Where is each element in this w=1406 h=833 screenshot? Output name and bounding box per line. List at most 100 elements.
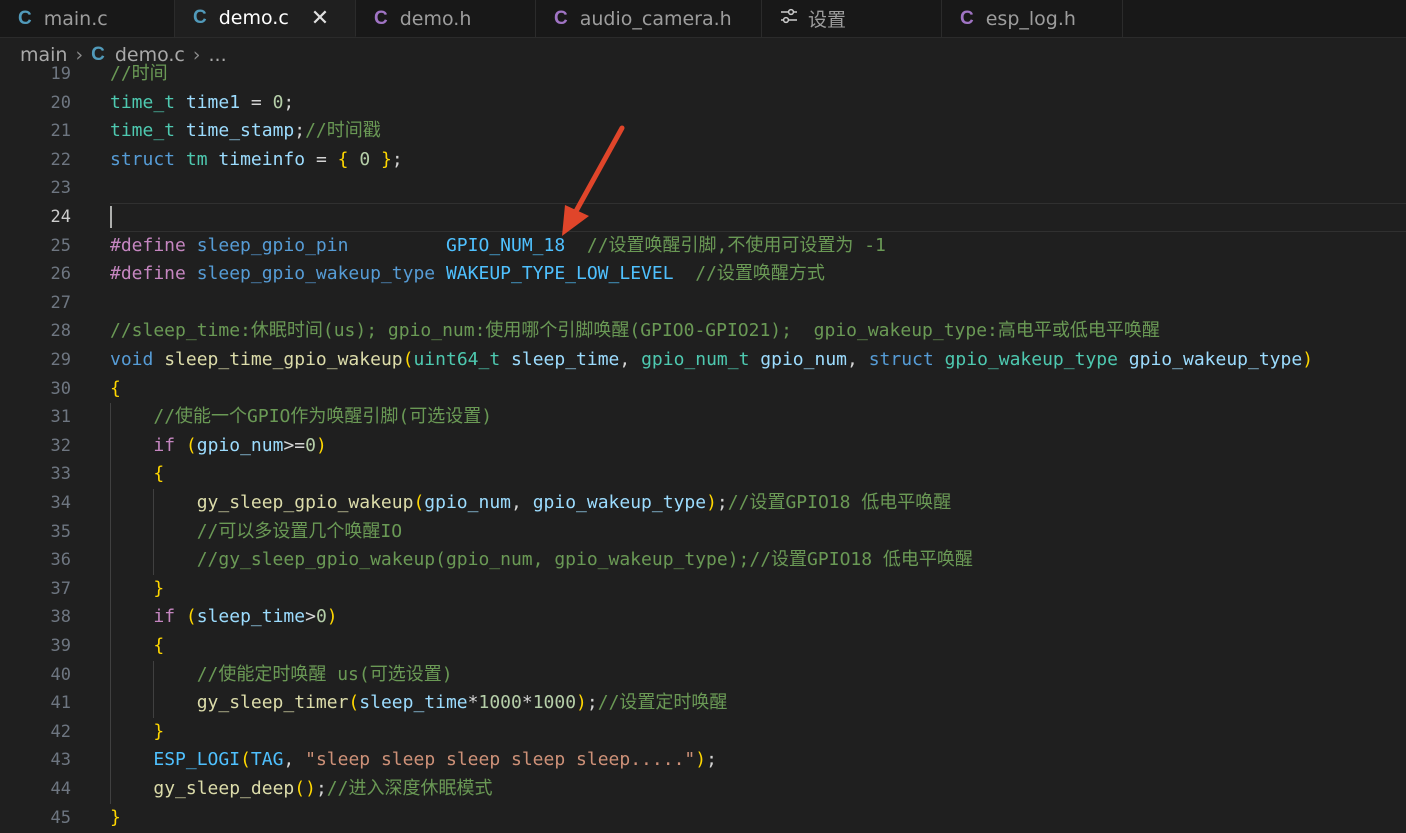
tab-label: 设置 <box>808 9 847 31</box>
line-number: 28 <box>50 321 71 342</box>
c-header-icon: C <box>374 7 388 29</box>
code-text: //sleep_time:休眠时间(us); gpio_num:使用哪个引脚唤醒… <box>110 320 1160 342</box>
indent-guide <box>153 489 155 575</box>
line-number: 34 <box>50 493 71 513</box>
code-line[interactable]: 33 { <box>0 460 1406 489</box>
line-number: 22 <box>50 149 71 170</box>
settings-sliders-icon <box>780 8 798 29</box>
code-text: //使能一个GPIO作为唤醒引脚(可选设置) <box>153 406 493 428</box>
code-line[interactable]: 26 #define sleep_gpio_wakeup_type WAKEUP_… <box>0 260 1406 289</box>
code-text: gy_sleep_deep();//进入深度休眠模式 <box>153 778 493 799</box>
code-line[interactable]: 29 void sleep_time_gpio_wakeup(uint64_t s… <box>0 346 1406 375</box>
line-number: 43 <box>50 750 71 771</box>
code-line[interactable]: 45} <box>0 804 1406 833</box>
code-line[interactable]: 21 time_t time_stamp;//时间戳 <box>0 117 1406 146</box>
code-text: time_t time1 = 0; <box>110 91 295 113</box>
text-cursor <box>110 206 112 228</box>
c-file-icon: C <box>18 7 32 29</box>
tab-bar: C main.c C demo.c ✕ C demo.h C audio_cam… <box>0 0 1406 38</box>
code-text: ESP_LOGI(TAG, "sleep sleep sleep sleep s… <box>153 749 717 771</box>
code-line[interactable]: 32 if (gpio_num>=0) <box>0 432 1406 461</box>
line-number: 19 <box>50 64 71 84</box>
code-line[interactable]: 27 <box>0 289 1406 318</box>
line-number: 31 <box>50 407 71 428</box>
indent-guide <box>153 660 155 718</box>
line-number: 44 <box>50 779 71 799</box>
tab-settings[interactable]: 设置 <box>762 0 942 37</box>
close-icon[interactable]: ✕ <box>311 6 329 31</box>
indent-guide <box>110 403 111 804</box>
line-number: 29 <box>50 350 71 370</box>
code-line[interactable]: 43 ESP_LOGI(TAG, "sleep sleep sleep slee… <box>0 746 1406 775</box>
c-file-icon: C <box>193 7 207 28</box>
code-text: struct tm timeinfo = { 0 }; <box>110 148 403 170</box>
code-line[interactable]: 41 gy_sleep_timer(sleep_time*1000*1000);… <box>0 689 1406 718</box>
code-editor[interactable]: 19 //时间 20 time_t time1 = 0; 21 time_t time_s… <box>0 58 1406 833</box>
code-text: } <box>110 806 121 828</box>
code-line[interactable]: 28 //sleep_time:休眠时间(us); gpio_num:使用哪个引脚… <box>0 317 1406 346</box>
tab-label: main.c <box>43 7 108 30</box>
code-line[interactable]: 34 gy_sleep_gpio_wakeup(gpio_num, gpio_w… <box>0 489 1406 518</box>
code-text: if (sleep_time>0) <box>153 606 338 628</box>
code-line[interactable]: 39 { <box>0 632 1406 661</box>
tab-demo-c[interactable]: C demo.c ✕ <box>175 0 356 37</box>
tab-main-c[interactable]: C main.c <box>0 0 175 37</box>
line-number: 26 <box>50 264 71 285</box>
code-line[interactable]: 24 <box>0 203 1406 232</box>
code-text: if (gpio_num>=0) <box>153 434 327 456</box>
tab-label: esp_log.h <box>985 7 1076 30</box>
code-text: { <box>153 635 165 656</box>
tab-esp-log-h[interactable]: C esp_log.h <box>942 0 1123 37</box>
code-text: { <box>153 463 165 485</box>
code-line[interactable]: 38 if (sleep_time>0) <box>0 603 1406 632</box>
line-number: 35 <box>50 521 71 542</box>
code-text: #define sleep_gpio_pin GPIO_NUM_18 //设置唤… <box>110 234 886 256</box>
code-line[interactable]: 44 gy_sleep_deep();//进入深度休眠模式 <box>0 775 1406 804</box>
line-number: 38 <box>50 607 71 628</box>
code-line[interactable]: 40 //使能定时唤醒 us(可选设置) <box>0 661 1406 690</box>
tab-audio-camera-h[interactable]: C audio_camera.h <box>536 0 762 37</box>
line-number: 32 <box>50 435 71 456</box>
line-number: 30 <box>50 378 71 399</box>
line-number: 36 <box>50 550 71 571</box>
line-number: 45 <box>50 807 71 828</box>
tab-demo-h[interactable]: C demo.h <box>356 0 536 37</box>
code-text: time_t time_stamp;//时间戳 <box>110 120 381 142</box>
current-line-highlight <box>110 203 1406 232</box>
line-number: 24 <box>50 207 71 227</box>
code-line[interactable]: 42 } <box>0 718 1406 747</box>
code-line[interactable]: 22 struct tm timeinfo = { 0 }; <box>0 146 1406 175</box>
code-text: #define sleep_gpio_wakeup_type WAKEUP_TY… <box>110 263 825 285</box>
line-number: 39 <box>50 636 71 656</box>
tab-label: audio_camera.h <box>579 7 732 30</box>
line-number: 25 <box>50 235 71 256</box>
code-text: } <box>153 577 165 599</box>
code-line[interactable]: 23 <box>0 174 1406 203</box>
code-line[interactable]: 19 //时间 <box>0 60 1406 89</box>
c-header-icon: C <box>960 7 974 29</box>
code-line[interactable]: 37 } <box>0 575 1406 604</box>
tab-label: demo.h <box>399 7 472 30</box>
code-text: //时间 <box>110 63 168 84</box>
tab-label: demo.c <box>218 7 289 29</box>
code-line[interactable]: 35 //可以多设置几个唤醒IO <box>0 518 1406 547</box>
code-text: gy_sleep_timer(sleep_time*1000*1000);//设… <box>196 692 728 714</box>
code-text: { <box>110 377 121 399</box>
c-header-icon: C <box>554 7 568 29</box>
code-line[interactable]: 36 //gy_sleep_gpio_wakeup(gpio_num, gpio… <box>0 546 1406 575</box>
code-text: //gy_sleep_gpio_wakeup(gpio_num, gpio_wa… <box>196 549 973 571</box>
code-line[interactable]: 30 { <box>0 375 1406 404</box>
line-number: 41 <box>50 693 71 714</box>
line-number: 20 <box>50 92 71 113</box>
line-number: 27 <box>50 292 71 313</box>
code-text: gy_sleep_gpio_wakeup(gpio_num, gpio_wake… <box>196 492 952 513</box>
code-text: //使能定时唤醒 us(可选设置) <box>196 663 453 685</box>
line-number: 40 <box>50 664 71 685</box>
code-line[interactable]: 31 //使能一个GPIO作为唤醒引脚(可选设置) <box>0 403 1406 432</box>
code-line[interactable]: 25 #define sleep_gpio_pin GPIO_NUM_18 //设… <box>0 232 1406 261</box>
code-text: void sleep_time_gpio_wakeup(uint64_t sle… <box>110 349 1314 370</box>
line-number: 33 <box>50 464 71 485</box>
code-text: } <box>153 720 165 742</box>
code-line[interactable]: 20 time_t time1 = 0; <box>0 89 1406 118</box>
line-number: 42 <box>50 721 71 742</box>
